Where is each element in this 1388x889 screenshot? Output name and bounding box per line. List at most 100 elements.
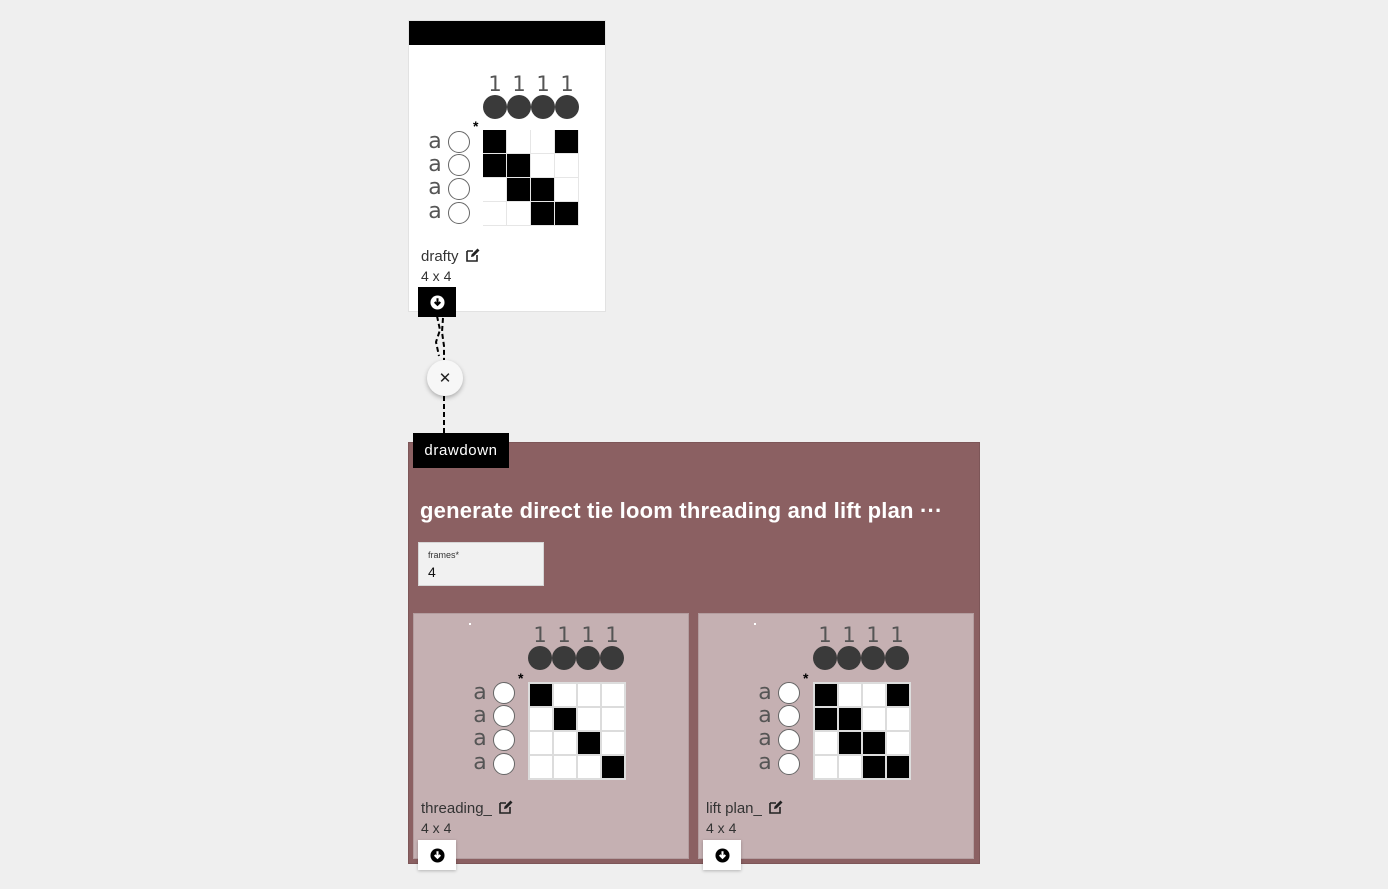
- draft-size: 4 x 4: [421, 268, 452, 284]
- grid-cell[interactable]: [838, 707, 862, 731]
- output-draft-lift-plan[interactable]: 1 1 1 1 * a a a a lift plan_ 4 x 4: [698, 613, 974, 859]
- draft-name[interactable]: drafty: [421, 248, 459, 265]
- warp-system-dot[interactable]: [837, 646, 861, 670]
- grid-cell[interactable]: [483, 178, 507, 202]
- frames-value[interactable]: 4: [428, 564, 436, 580]
- grid-cell[interactable]: [814, 731, 838, 755]
- grid-cell[interactable]: [531, 202, 555, 226]
- warp-number: 1: [605, 623, 619, 647]
- warp-system-dot[interactable]: [576, 646, 600, 670]
- draft-grid[interactable]: [483, 130, 579, 226]
- grid-cell[interactable]: [814, 707, 838, 731]
- output-draft-threading[interactable]: 1 1 1 1 * a a a a threading_ 4 x 4: [413, 613, 689, 859]
- grid-cell[interactable]: [601, 707, 625, 731]
- grid-cell[interactable]: [555, 130, 579, 154]
- grid-cell[interactable]: [483, 154, 507, 178]
- grid-cell[interactable]: [555, 154, 579, 178]
- grid-cell[interactable]: [862, 683, 886, 707]
- marker-dot: [754, 623, 756, 625]
- weft-system-circle[interactable]: [778, 682, 800, 704]
- grid-cell[interactable]: [814, 683, 838, 707]
- threading-grid[interactable]: [528, 682, 626, 780]
- warp-system-dot[interactable]: [885, 646, 909, 670]
- weft-system-circle[interactable]: [778, 753, 800, 775]
- warp-system-dot[interactable]: [507, 95, 531, 119]
- grid-cell[interactable]: [886, 683, 910, 707]
- grid-cell[interactable]: [577, 731, 601, 755]
- weft-system-circle[interactable]: [778, 729, 800, 751]
- grid-cell[interactable]: [862, 731, 886, 755]
- weft-system-circle[interactable]: [448, 154, 470, 176]
- grid-cell[interactable]: [483, 202, 507, 226]
- grid-cell[interactable]: [838, 683, 862, 707]
- weft-system-circle[interactable]: [493, 729, 515, 751]
- grid-cell[interactable]: [529, 707, 553, 731]
- grid-cell[interactable]: [507, 130, 531, 154]
- edit-icon[interactable]: [465, 247, 481, 263]
- grid-cell[interactable]: [601, 683, 625, 707]
- draft-name-row: threading_: [421, 799, 514, 818]
- weft-letter: a: [758, 703, 772, 728]
- draft-name[interactable]: threading_: [421, 800, 492, 817]
- grid-cell[interactable]: [529, 731, 553, 755]
- grid-cell[interactable]: [531, 178, 555, 202]
- warp-system-dot[interactable]: [483, 95, 507, 119]
- grid-cell[interactable]: [886, 731, 910, 755]
- draft-size: 4 x 4: [706, 820, 737, 836]
- grid-cell[interactable]: [886, 707, 910, 731]
- grid-cell[interactable]: [507, 178, 531, 202]
- weft-letter: a: [428, 199, 442, 224]
- warp-system-dot[interactable]: [552, 646, 576, 670]
- weft-system-circle[interactable]: [493, 753, 515, 775]
- grid-cell[interactable]: [577, 683, 601, 707]
- grid-cell[interactable]: [553, 707, 577, 731]
- frames-input[interactable]: frames* 4: [418, 542, 544, 586]
- grid-cell[interactable]: [553, 755, 577, 779]
- weft-system-circle[interactable]: [778, 705, 800, 727]
- grid-cell[interactable]: [601, 731, 625, 755]
- weft-system-circle[interactable]: [493, 682, 515, 704]
- warp-system-dot[interactable]: [861, 646, 885, 670]
- grid-cell[interactable]: [553, 731, 577, 755]
- grid-cell[interactable]: [529, 683, 553, 707]
- grid-cell[interactable]: [838, 731, 862, 755]
- warp-system-dot[interactable]: [528, 646, 552, 670]
- grid-cell[interactable]: [555, 178, 579, 202]
- remove-connection-button[interactable]: ✕: [427, 360, 463, 396]
- grid-cell[interactable]: [507, 154, 531, 178]
- grid-cell[interactable]: [601, 755, 625, 779]
- weft-system-circle[interactable]: [448, 202, 470, 224]
- grid-cell[interactable]: [507, 202, 531, 226]
- edit-icon[interactable]: [768, 799, 784, 815]
- grid-cell[interactable]: [862, 755, 886, 779]
- grid-cell[interactable]: [577, 755, 601, 779]
- download-button[interactable]: [703, 840, 741, 870]
- draft-card[interactable]: 1 1 1 1 * a a a a drafty 4 x 4: [408, 20, 606, 312]
- warp-system-dot[interactable]: [531, 95, 555, 119]
- operation-title[interactable]: generate direct tie loom threading and l…: [420, 496, 943, 526]
- draft-header-bar[interactable]: [409, 21, 605, 45]
- grid-cell[interactable]: [814, 755, 838, 779]
- grid-cell[interactable]: [553, 683, 577, 707]
- edit-icon[interactable]: [498, 799, 514, 815]
- warp-system-dot[interactable]: [813, 646, 837, 670]
- grid-cell[interactable]: [577, 707, 601, 731]
- draft-name[interactable]: lift plan_: [706, 800, 762, 817]
- download-button[interactable]: [418, 840, 456, 870]
- grid-cell[interactable]: [555, 202, 579, 226]
- weft-system-circle[interactable]: [448, 178, 470, 200]
- warp-system-dot[interactable]: [600, 646, 624, 670]
- grid-cell[interactable]: [838, 755, 862, 779]
- operation-input-tag[interactable]: drawdown: [413, 433, 509, 468]
- grid-cell[interactable]: [862, 707, 886, 731]
- download-button[interactable]: [418, 287, 456, 317]
- weft-system-circle[interactable]: [493, 705, 515, 727]
- grid-cell[interactable]: [529, 755, 553, 779]
- grid-cell[interactable]: [886, 755, 910, 779]
- grid-cell[interactable]: [483, 130, 507, 154]
- warp-system-dot[interactable]: [555, 95, 579, 119]
- weft-system-circle[interactable]: [448, 131, 470, 153]
- grid-cell[interactable]: [531, 130, 555, 154]
- lift-plan-grid[interactable]: [813, 682, 911, 780]
- grid-cell[interactable]: [531, 154, 555, 178]
